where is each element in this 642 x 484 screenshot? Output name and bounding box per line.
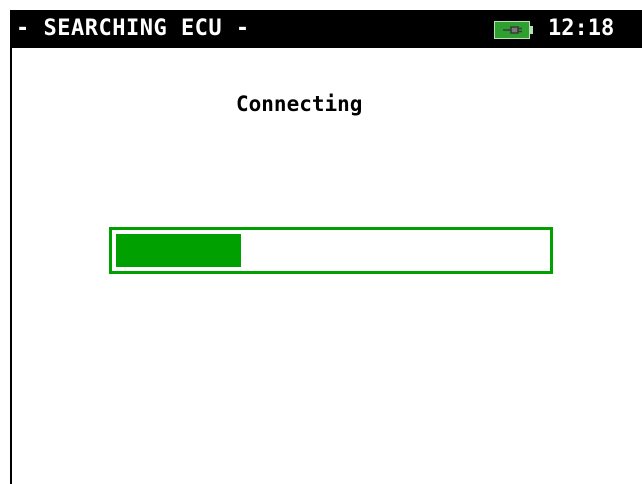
- battery-charging-icon: [494, 21, 533, 39]
- screen-title: - SEARCHING ECU -: [16, 16, 250, 41]
- screen-border: [10, 10, 12, 484]
- title-bar: - SEARCHING ECU - 12:18: [10, 10, 642, 48]
- clock: 12:18: [548, 16, 615, 41]
- connection-progress-bar: [109, 227, 553, 274]
- device-screen: - SEARCHING ECU - 12:18 Connecting: [0, 0, 642, 484]
- connection-status-label: Connecting: [236, 92, 363, 116]
- progress-fill: [116, 234, 241, 267]
